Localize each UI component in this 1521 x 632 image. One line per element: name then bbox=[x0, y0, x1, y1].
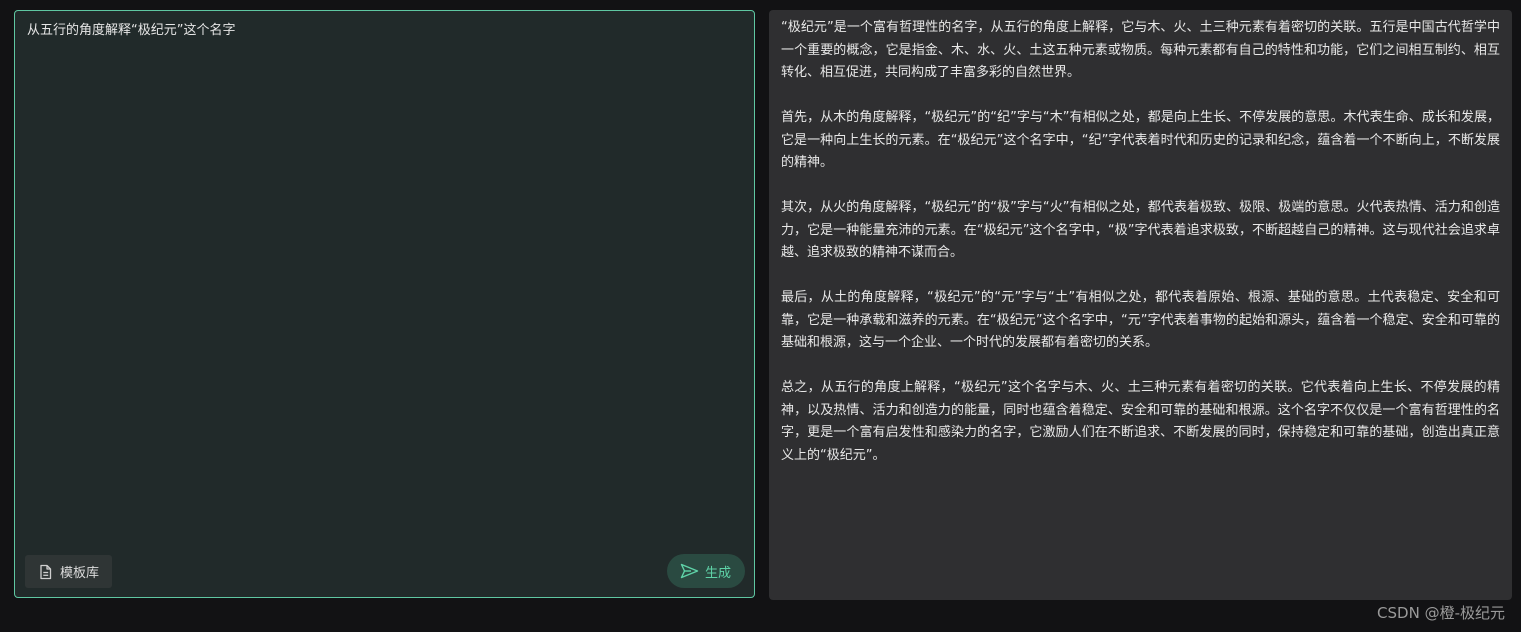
prompt-panel[interactable]: 从五行的角度解释“极纪元”这个名字 模板库 生成 bbox=[14, 10, 755, 598]
template-library-label: 模板库 bbox=[60, 566, 100, 581]
send-icon bbox=[680, 563, 699, 579]
output-paragraph: “极纪元”是一个富有哲理性的名字，从五行的角度上解释，它与木、火、土三种元素有着… bbox=[781, 20, 1500, 80]
template-library-button[interactable]: 模板库 bbox=[25, 555, 113, 588]
output-paragraph: 总之，从五行的角度上解释，“极纪元”这个名字与木、火、土三种元素有着密切的关联。… bbox=[781, 380, 1500, 463]
prompt-input[interactable]: 从五行的角度解释“极纪元”这个名字 bbox=[27, 21, 742, 41]
output-panel: “极纪元”是一个富有哲理性的名字，从五行的角度上解释，它与木、火、土三种元素有着… bbox=[769, 10, 1512, 600]
output-paragraph: 首先，从木的角度解释，“极纪元”的“纪”字与“木”有相似之处，都是向上生长、不停… bbox=[781, 110, 1500, 170]
output-paragraph: 最后，从土的角度解释，“极纪元”的“元”字与“土”有相似之处，都代表着原始、根源… bbox=[781, 290, 1500, 350]
generate-label: 生成 bbox=[704, 565, 731, 581]
document-icon bbox=[38, 564, 53, 580]
app-root: 从五行的角度解释“极纪元”这个名字 模板库 生成 “极纪元”是一个富有哲理性的名… bbox=[0, 0, 1521, 632]
output-paragraph: 其次，从火的角度解释，“极纪元”的“极”字与“火”有相似之处，都代表着极致、极限… bbox=[781, 200, 1500, 260]
generate-button[interactable]: 生成 bbox=[666, 554, 745, 588]
watermark: CSDN @橙-极纪元 bbox=[1377, 604, 1505, 622]
